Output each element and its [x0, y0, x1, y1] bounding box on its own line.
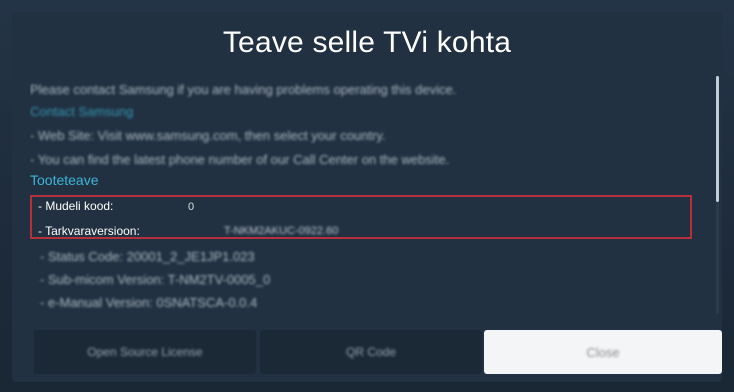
open-source-license-button[interactable]: Open Source License: [34, 330, 256, 374]
model-code-label: - Mudeli kood:: [38, 199, 114, 213]
status-code-text: - Status Code: 20001_2_JE1JP1.023: [40, 249, 255, 264]
qr-code-button[interactable]: QR Code: [260, 330, 482, 374]
open-source-license-label: Open Source License: [87, 345, 203, 359]
intro-text: Please contact Samsung if you are having…: [30, 82, 457, 97]
contact-header: Contact Samsung: [30, 104, 134, 119]
tv-screen: Teave selle TVi kohta Please contact Sam…: [0, 0, 734, 392]
close-button[interactable]: Close: [484, 330, 722, 374]
close-label: Close: [586, 344, 620, 360]
web-site-text: - Web Site: Visit www.samsung.com, then …: [30, 128, 386, 143]
product-info-header: Tooteteave: [30, 172, 99, 188]
qr-code-label: QR Code: [345, 345, 397, 359]
model-code-value: 0: [188, 201, 195, 213]
micom-version-text: - Sub-micom Version: T-NM2TV-0005_0: [40, 272, 271, 287]
button-bar: Open Source License QR Code Close: [34, 330, 724, 376]
software-version-value: T-NKM2AKUC-0922.60: [224, 225, 339, 237]
scrollbar[interactable]: [716, 76, 719, 314]
phone-text: - You can find the latest phone number o…: [30, 152, 450, 167]
dialog-title: Teave selle TVi kohta: [222, 26, 512, 59]
scrollbar-thumb[interactable]: [716, 76, 719, 202]
manual-version-text: - e-Manual Version: 0SNATSCA-0.0.4: [40, 295, 258, 310]
software-version-label: - Tarkvaraversioon:: [38, 224, 140, 238]
